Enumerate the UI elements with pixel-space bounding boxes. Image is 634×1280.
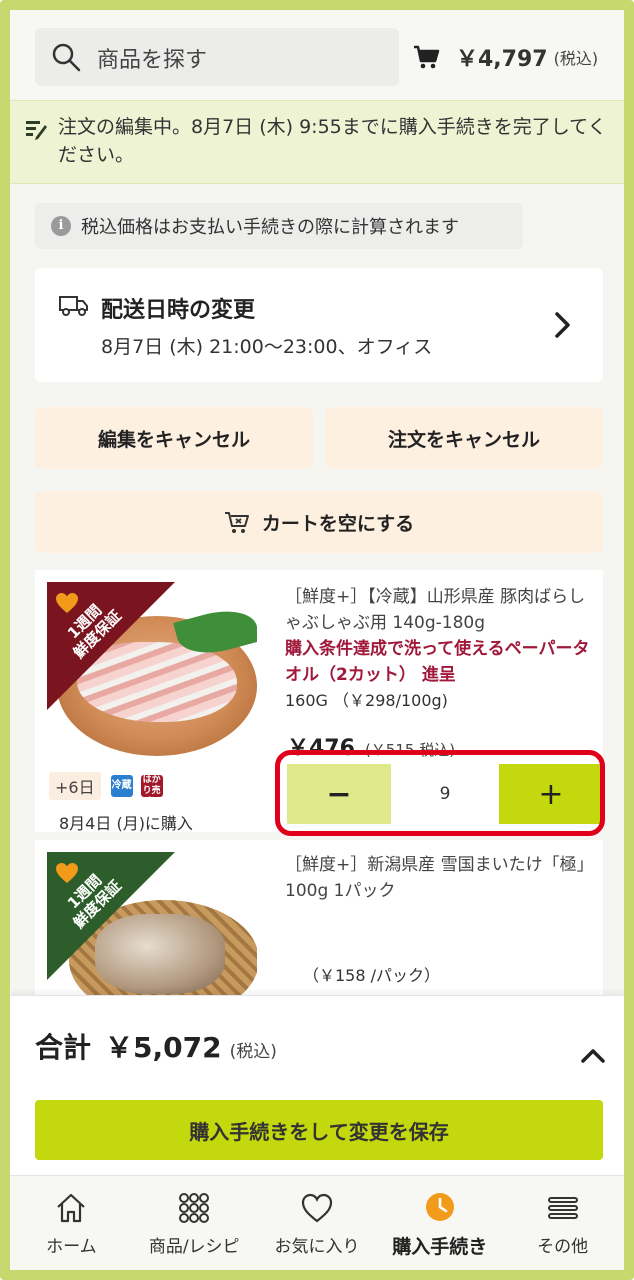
header: 商品を探す ￥4,797 (税込) — [10, 10, 624, 98]
nav-checkout[interactable]: 購入手続き — [378, 1176, 501, 1270]
tax-note: i 税込価格はお支払い手続きの際に計算されます — [35, 203, 523, 249]
decrease-quantity-button[interactable]: − — [287, 764, 391, 824]
delivery-change-card[interactable]: 配送日時の変更 8月7日 (木) 21:00〜23:00、オフィス — [35, 268, 603, 382]
menu-icon — [547, 1197, 578, 1219]
unit-price: （￥158 /パック） — [303, 966, 441, 985]
chevron-right-icon — [555, 312, 570, 338]
product-name[interactable]: ［鮮度+］新潟県産 雪国まいたけ「極」100g 1パック — [285, 852, 595, 904]
cart-total: ￥4,797 — [456, 47, 548, 72]
product-image[interactable]: 1週間 鮮度保証 — [47, 582, 257, 762]
product-price: ￥476 — [287, 736, 355, 761]
cancel-order-button[interactable]: 注文をキャンセル — [325, 407, 603, 469]
quantity-value: 9 — [439, 784, 451, 804]
heart-icon[interactable] — [55, 862, 79, 884]
nav-label: 商品/レシピ — [148, 1237, 240, 1257]
nav-label: ホーム — [46, 1237, 97, 1257]
delivery-detail: 8月7日 (木) 21:00〜23:00、オフィス — [101, 336, 433, 358]
cart-empty-icon — [224, 512, 249, 533]
grid-icon — [179, 1193, 210, 1223]
edit-icon — [26, 121, 47, 140]
info-icon: i — [51, 216, 71, 236]
quantity-stepper: − 9 + — [287, 764, 603, 824]
price-row: ￥476 (￥515 税込) — [287, 730, 455, 762]
checkout-save-button[interactable]: 購入手続きをして変更を保存 — [35, 1100, 603, 1160]
empty-cart-label: カートを空にする — [261, 512, 415, 535]
total-amount: ￥5,072 — [105, 1031, 222, 1064]
heart-icon[interactable] — [55, 592, 79, 614]
edit-banner: 注文の編集中。8月7日 (木) 9:55までに購入手続きを完了してください。 — [10, 100, 624, 184]
edit-banner-text: 注文の編集中。8月7日 (木) 9:55までに購入手続きを完了してください。 — [58, 116, 607, 166]
chevron-up-icon[interactable] — [580, 1046, 606, 1064]
sold-by-weight-tag: はかり売り — [140, 775, 163, 807]
app-frame: 商品を探す ￥4,797 (税込) 注文の編集中。8月7日 (木) 9:55まで… — [0, 0, 634, 1280]
search-placeholder: 商品を探す — [97, 48, 208, 73]
product-price-tax: (￥515 税込) — [364, 741, 456, 759]
product-info: ［鮮度+］新潟県産 雪国まいたけ「極」100g 1パック — [285, 852, 595, 904]
total-tax-note: (税込) — [229, 1042, 277, 1062]
cart-item: 1週間 鮮度保証 +6日 冷蔵 はかり売り 8月4日 (月)に購入 ［鮮度+］【… — [35, 570, 605, 836]
product-tags: +6日 冷蔵 はかり売り — [49, 772, 163, 807]
delivery-title: 配送日時の変更 — [101, 298, 256, 323]
cart-tax-note: (税込) — [553, 49, 599, 68]
home-icon — [57, 1193, 86, 1223]
nav-label: その他 — [537, 1237, 589, 1257]
nav-favorites[interactable]: お気に入り — [256, 1176, 379, 1270]
purchase-date: 8月4日 (月)に購入 — [59, 814, 193, 833]
freshness-days: +6日 — [49, 772, 101, 800]
nav-more[interactable]: その他 — [501, 1176, 624, 1270]
bottom-nav: ホーム 商品/レシピ お気に入り 購入手続き その他 — [10, 1175, 624, 1270]
order-total-panel: 合計 ￥5,072 (税込) 購入手続きをして変更を保存 — [10, 995, 624, 1195]
search-input[interactable]: 商品を探す — [35, 28, 399, 86]
promo-text: 購入条件達成で洗って使えるペーパータオル（2カット） 進呈 — [285, 639, 590, 685]
cart-icon — [414, 45, 440, 69]
nav-label: 購入手続き — [392, 1236, 488, 1258]
search-icon — [52, 43, 81, 72]
empty-cart-button[interactable]: カートを空にする — [35, 491, 603, 553]
truck-icon — [59, 296, 88, 316]
clock-icon — [425, 1193, 454, 1221]
refrigerated-tag: 冷蔵 — [110, 775, 133, 797]
tax-note-text: 税込価格はお支払い手続きの際に計算されます — [81, 217, 459, 238]
product-name[interactable]: ［鮮度+］【冷蔵】山形県産 豚肉ばらしゃぶしゃぶ用 140g-180g — [285, 584, 595, 636]
increase-quantity-button[interactable]: + — [499, 764, 603, 824]
nav-home[interactable]: ホーム — [10, 1176, 133, 1270]
cancel-edit-button[interactable]: 編集をキャンセル — [35, 407, 313, 469]
total-row: 合計 ￥5,072 (税込) — [35, 1026, 277, 1066]
nav-label: お気に入り — [274, 1237, 360, 1257]
heart-outline-icon — [301, 1193, 333, 1223]
unit-price: 160G （￥298/100g) — [285, 691, 448, 710]
cart-item: 1週間 鮮度保証 ［鮮度+］新潟県産 雪国まいたけ「極」100g 1パック （￥… — [35, 840, 603, 1020]
total-label: 合計 — [35, 1031, 92, 1064]
product-info: ［鮮度+］【冷蔵】山形県産 豚肉ばらしゃぶしゃぶ用 140g-180g 購入条件… — [285, 584, 595, 714]
nav-products-recipes[interactable]: 商品/レシピ — [133, 1176, 256, 1270]
cart-summary[interactable]: ￥4,797 (税込) — [412, 28, 598, 86]
